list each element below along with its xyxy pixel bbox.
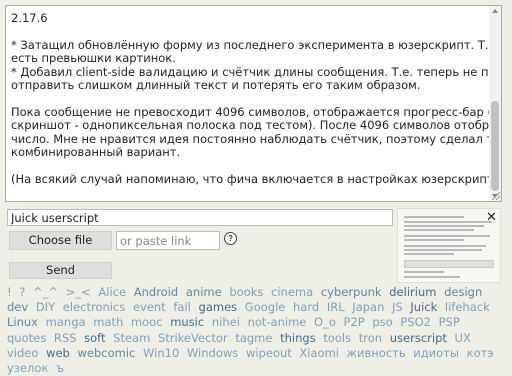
- tag-link[interactable]: !: [7, 285, 12, 299]
- tag-link[interactable]: math: [93, 315, 123, 329]
- tag-link[interactable]: Google: [245, 300, 286, 314]
- tag-link[interactable]: quotes: [7, 331, 46, 345]
- message-line: [11, 25, 487, 38]
- message-text: 2.17.6 * Затащил обновлённую форму из пос…: [11, 11, 502, 201]
- message-line: (На всякий случай напоминаю, что фича вк…: [11, 171, 502, 186]
- tag-link[interactable]: узелок: [7, 361, 48, 375]
- tag-link[interactable]: PSP: [439, 315, 460, 329]
- preview-close-icon[interactable]: ✕: [486, 210, 497, 223]
- message-line: [11, 186, 487, 199]
- tag-link[interactable]: music: [170, 315, 204, 329]
- tag-link[interactable]: P2P: [344, 315, 365, 329]
- tag-link[interactable]: dev: [7, 300, 28, 314]
- tag-link[interactable]: web: [46, 346, 70, 360]
- tag-link[interactable]: tron: [359, 331, 382, 345]
- tag-link[interactable]: >_<: [66, 285, 91, 299]
- message-line: * Затащил обновлённую форму из последнег…: [11, 37, 502, 52]
- tag-link[interactable]: Windows: [187, 346, 238, 360]
- message-line: есть превьюшки картинок.: [11, 51, 176, 66]
- tag-link[interactable]: идиоты: [413, 346, 459, 360]
- tag-link[interactable]: Xiaomi: [299, 346, 339, 360]
- tag-link[interactable]: nihei: [212, 315, 240, 329]
- tag-link[interactable]: ъ: [56, 361, 64, 375]
- tag-link[interactable]: mooc: [131, 315, 163, 329]
- tag-link[interactable]: Juick: [410, 300, 437, 314]
- tag-link[interactable]: Win10: [143, 346, 179, 360]
- tag-link[interactable]: котэ: [467, 346, 494, 360]
- tag-link[interactable]: lifehack: [445, 300, 490, 314]
- tag-link[interactable]: DIY: [36, 300, 55, 314]
- image-link-input[interactable]: [116, 231, 220, 250]
- tag-link[interactable]: fail: [173, 300, 191, 314]
- tag-link[interactable]: design: [444, 285, 482, 299]
- tag-link[interactable]: Android: [134, 285, 178, 299]
- message-line: скриншот - однопиксельная полоска под те…: [11, 118, 502, 133]
- tag-link[interactable]: Alice: [98, 285, 126, 299]
- tag-link[interactable]: delirium: [389, 285, 436, 299]
- message-line: Пока сообщение не превосходит 4096 симво…: [11, 104, 502, 119]
- tag-link[interactable]: ^_^: [33, 285, 58, 299]
- tag-link[interactable]: Japan: [352, 300, 384, 314]
- tag-link[interactable]: video: [7, 346, 38, 360]
- tags-input[interactable]: [7, 209, 393, 226]
- tag-link[interactable]: ?: [19, 285, 25, 299]
- tag-link[interactable]: tagme: [235, 331, 272, 345]
- tag-link[interactable]: manga: [46, 315, 86, 329]
- scroll-up-arrow-icon[interactable]: [492, 9, 498, 13]
- message-line: отправить слишком длинный текст и потеря…: [11, 78, 421, 93]
- send-button[interactable]: Send: [9, 262, 112, 279]
- tag-link[interactable]: games: [199, 300, 238, 314]
- textarea-scrollbar[interactable]: [489, 6, 501, 201]
- tag-link[interactable]: soft: [84, 331, 105, 345]
- message-line: 2.17.6: [11, 11, 48, 25]
- tag-link[interactable]: wipeout: [246, 346, 292, 360]
- tag-link[interactable]: cyberpunk: [321, 285, 382, 299]
- tag-link[interactable]: cinema: [271, 285, 313, 299]
- tag-link[interactable]: hard: [293, 300, 319, 314]
- tag-link[interactable]: webcomic: [78, 346, 136, 360]
- tag-link[interactable]: Linux: [7, 315, 38, 329]
- message-line: [11, 159, 487, 172]
- tag-link[interactable]: IRL: [327, 300, 345, 314]
- tag-cloud: ! ? ^_^ >_< Alice Android anime books ci…: [7, 285, 507, 376]
- tag-link[interactable]: books: [229, 285, 263, 299]
- tag-link[interactable]: O_o: [314, 315, 336, 329]
- tag-link[interactable]: PSO2: [400, 315, 431, 329]
- help-icon[interactable]: ?: [224, 232, 237, 245]
- tag-link[interactable]: not-anime: [248, 315, 307, 329]
- tag-link[interactable]: JS: [392, 300, 403, 314]
- tag-link[interactable]: things: [280, 331, 316, 345]
- tag-link[interactable]: Steam: [113, 331, 150, 345]
- message-line: * Добавил client-side валидацию и счётчи…: [11, 64, 502, 79]
- tag-link[interactable]: RSS: [54, 331, 77, 345]
- tag-link[interactable]: pso: [372, 315, 392, 329]
- tag-link[interactable]: живность: [347, 346, 406, 360]
- message-line: [11, 92, 487, 105]
- choose-file-button[interactable]: Choose file: [9, 231, 112, 250]
- tag-link[interactable]: UX: [455, 331, 471, 345]
- tag-link[interactable]: StrikeVector: [158, 331, 228, 345]
- scrollbar-thumb[interactable]: [491, 101, 499, 191]
- message-line: https://greasyfork.org/en/scripts/22830-…: [11, 199, 487, 201]
- message-line: комбинированный вариант.: [11, 145, 181, 160]
- tag-link[interactable]: event: [133, 300, 166, 314]
- tag-link[interactable]: electronics: [63, 300, 126, 314]
- tag-link[interactable]: userscript: [390, 331, 447, 345]
- tag-link[interactable]: anime: [186, 285, 222, 299]
- resize-grip-icon[interactable]: [492, 192, 500, 200]
- tag-link[interactable]: tools: [323, 331, 351, 345]
- message-textarea[interactable]: 2.17.6 * Затащил обновлённую форму из пос…: [5, 5, 502, 202]
- message-line: число. Мне не нравится идея постоянно на…: [11, 131, 502, 146]
